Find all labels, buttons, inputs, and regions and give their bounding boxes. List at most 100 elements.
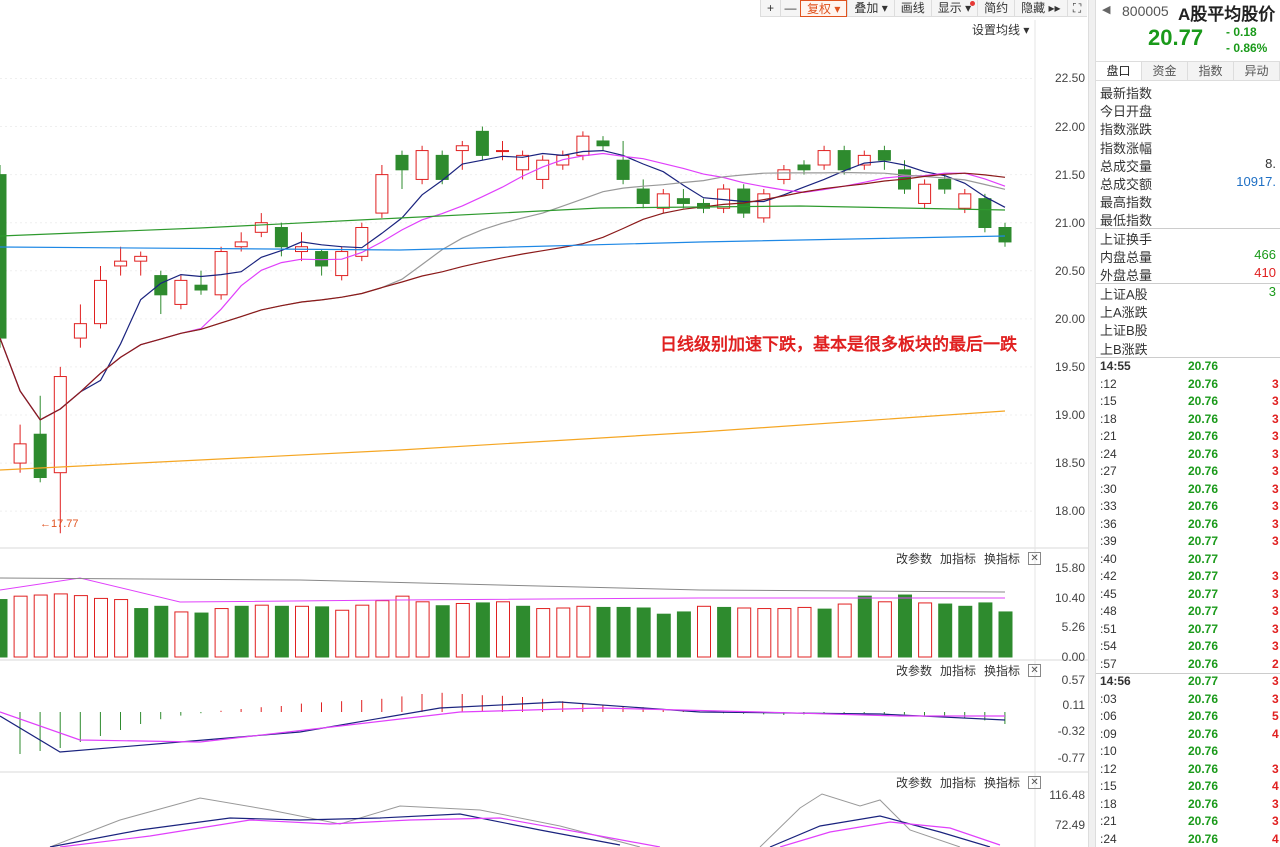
price-axis-label: 18.00 [1054, 504, 1085, 519]
candle-body [496, 150, 509, 153]
set-ma-button[interactable]: 设置均线 ▾ [972, 21, 1029, 38]
volume-bar [254, 604, 269, 658]
candle-body [94, 279, 107, 325]
swap-indicator-button[interactable]: 换指标 [984, 774, 1020, 791]
volume-bar [134, 608, 149, 658]
add-indicator-button[interactable]: 加指标 [940, 662, 976, 679]
yincang-button[interactable]: 隐藏 ▸▸ [1014, 0, 1066, 17]
quote-tabs: 盘口 资金 指数 异动 [1096, 61, 1280, 81]
ma5-line [0, 149, 1006, 421]
close-icon[interactable]: ✕ [1028, 776, 1042, 789]
candle-body [194, 284, 208, 291]
tick-price: 20.76 [1188, 744, 1219, 758]
tick-volume: 3 [1272, 464, 1279, 478]
tick-time: :54 [1100, 639, 1117, 653]
tick-row: :10 20.76 [1096, 744, 1280, 762]
price-axis-label: 21.50 [1054, 167, 1085, 182]
collapse-arrow-icon[interactable]: ◀ [1102, 3, 1110, 16]
fuquan-button[interactable]: 复权 ▾ [800, 0, 848, 17]
tab-pankou[interactable]: 盘口 [1096, 62, 1142, 80]
volume-bar [616, 606, 631, 658]
tick-row: :15 20.76 4 [1096, 779, 1280, 797]
tick-price: 20.77 [1188, 569, 1219, 583]
volume-bar [536, 608, 551, 658]
price-axis-label: 20.50 [1054, 263, 1085, 278]
tick-volume: 3 [1272, 814, 1279, 828]
volume-bar [496, 601, 510, 658]
tick-time: :24 [1100, 831, 1117, 846]
change-params-button[interactable]: 改参数 [896, 550, 932, 567]
tick-time: :24 [1100, 446, 1117, 461]
stat-value: 10917. [1236, 174, 1276, 189]
close-icon[interactable]: ✕ [1028, 552, 1042, 565]
tick-row: :12 20.76 3 [1096, 377, 1280, 395]
tick-volume: 3 [1272, 569, 1279, 583]
panel-splitter[interactable] [1088, 0, 1096, 847]
close-icon[interactable]: ✕ [1028, 664, 1042, 677]
volume-bar [114, 599, 129, 658]
tick-price: 20.76 [1188, 691, 1219, 706]
tick-time: :57 [1100, 656, 1117, 671]
tick-volume: 3 [1272, 621, 1279, 636]
huaxian-button[interactable]: 画线 [893, 0, 931, 17]
candle-body [777, 169, 791, 180]
tick-row: :36 20.76 3 [1096, 517, 1280, 535]
swap-indicator-button[interactable]: 换指标 [984, 662, 1020, 679]
vol-ma2-line [0, 577, 1006, 593]
tick-volume: 3 [1272, 674, 1279, 688]
candle-body [596, 140, 610, 147]
tab-zhishu[interactable]: 指数 [1188, 62, 1234, 80]
tick-time: :51 [1100, 621, 1117, 636]
volume-bar [877, 601, 892, 658]
tick-price: 20.77 [1188, 674, 1219, 688]
add-indicator-button[interactable]: 加指标 [940, 550, 976, 567]
fullscreen-icon[interactable]: ⛶ [1066, 0, 1087, 17]
swap-indicator-button[interactable]: 换指标 [984, 550, 1020, 567]
volume-bar [596, 606, 611, 658]
tick-time: :45 [1100, 586, 1117, 601]
ma120-line [0, 235, 1006, 251]
zoom-out-button[interactable]: — [780, 0, 800, 17]
tick-price: 20.76 [1188, 376, 1219, 391]
kline-chart-area[interactable]: + — 复权 ▾ 叠加 ▾ 画线 显示 ▾ 简约 隐藏 ▸▸ ⛶ 设置均线 ▾ … [0, 0, 1088, 847]
candle-body [214, 251, 228, 296]
add-indicator-button[interactable]: 加指标 [940, 774, 976, 791]
kline-chart-svg[interactable] [0, 0, 1088, 847]
candle-body [616, 159, 630, 180]
tick-price: 20.76 [1188, 516, 1219, 531]
candle-body [415, 150, 429, 180]
tick-volume: 3 [1272, 429, 1279, 443]
candle-body [837, 150, 851, 171]
quote-header: ◀ 800005 A股平均股价 [1096, 0, 1280, 24]
tab-zijin[interactable]: 资金 [1142, 62, 1188, 80]
jianyue-button[interactable]: 简约 [977, 0, 1014, 17]
stat-value: 8. [1265, 155, 1276, 171]
kdj-axis-label: 72.49 [1054, 818, 1085, 832]
price-axis-label: 19.50 [1054, 359, 1085, 374]
change-params-button[interactable]: 改参数 [896, 774, 932, 791]
change-params-button[interactable]: 改参数 [896, 662, 932, 679]
stat-row: 上证换手 [1100, 229, 1280, 247]
candle-body [817, 150, 831, 166]
candle-body [958, 193, 972, 209]
ma30-line [0, 172, 1006, 421]
price-axis-label: 21.00 [1054, 215, 1085, 230]
xianshi-button[interactable]: 显示 ▾ [930, 0, 977, 17]
tick-row: :30 20.76 3 [1096, 482, 1280, 500]
tick-price: 20.76 [1188, 394, 1219, 408]
tab-yidong[interactable]: 异动 [1234, 62, 1280, 80]
volume-bar [857, 595, 872, 658]
tick-price: 20.76 [1188, 446, 1219, 461]
candle-body [315, 251, 329, 267]
candle-body [435, 154, 449, 180]
volume-bar [455, 602, 470, 658]
stat-row: 最高指数 [1100, 192, 1280, 210]
volume-bar [475, 602, 490, 658]
macd-axis-label: -0.32 [1057, 724, 1085, 739]
tick-time: 14:55 [1100, 359, 1131, 373]
candle-body [114, 260, 128, 267]
zoom-in-button[interactable]: + [760, 0, 780, 17]
diejia-button[interactable]: 叠加 ▾ [847, 0, 893, 17]
tick-price: 20.76 [1188, 779, 1219, 793]
stat-row: 指数涨跌 [1100, 119, 1280, 137]
